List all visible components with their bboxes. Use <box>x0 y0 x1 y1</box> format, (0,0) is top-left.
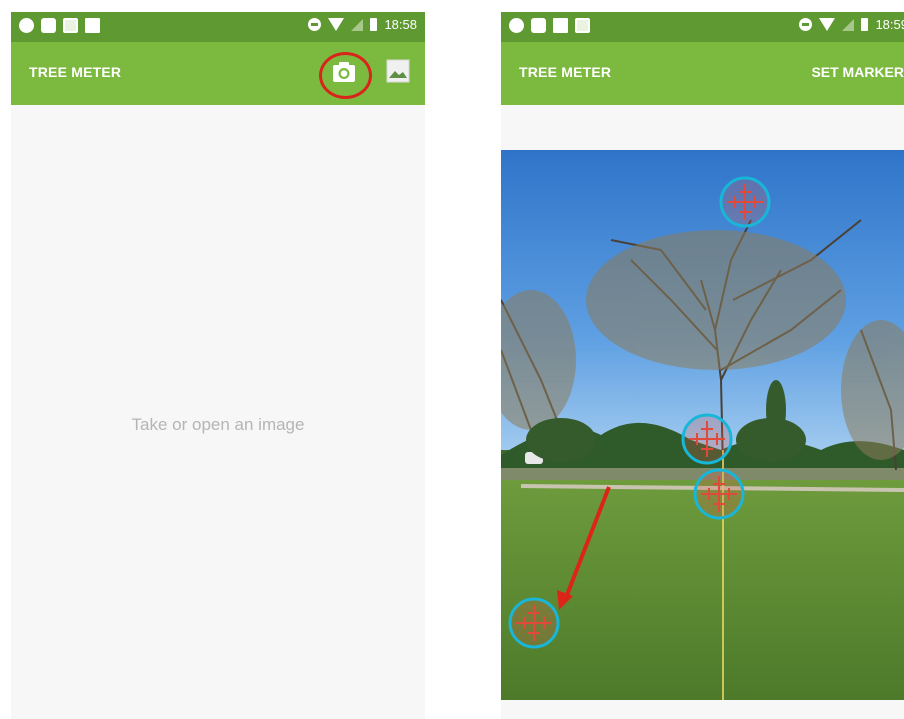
clock: 18:59 <box>875 17 904 32</box>
facebook-icon <box>509 18 524 33</box>
gallery-icon <box>85 18 100 33</box>
battery-icon <box>370 18 378 31</box>
notification-icons <box>19 18 100 33</box>
tree-top-marker[interactable] <box>719 176 771 228</box>
phone-screen-empty: 18:58 TREE METER Take or open an image <box>11 12 425 719</box>
status-indicators: 18:59 <box>799 17 904 32</box>
base-marker[interactable] <box>693 468 745 520</box>
reference-marker[interactable] <box>508 597 560 649</box>
tree-photo[interactable] <box>501 150 904 700</box>
signal-icon <box>351 18 364 31</box>
notification-icons <box>509 18 590 33</box>
do-not-disturb-icon <box>799 18 813 31</box>
set-marker-button[interactable]: SET MARKER <box>811 64 904 80</box>
battery-icon <box>861 18 869 31</box>
status-bar: 18:58 <box>11 12 425 42</box>
app-bar: TREE METER <box>11 42 425 105</box>
camera-icon[interactable] <box>332 61 356 83</box>
photo-icon <box>575 18 590 33</box>
wifi-icon <box>328 18 345 31</box>
app-bar: TREE METER SET MARKER <box>501 42 904 105</box>
gallery-icon <box>553 18 568 33</box>
bottom-strip <box>501 700 904 719</box>
clock: 18:58 <box>384 17 417 32</box>
status-bar: 18:59 <box>501 12 904 42</box>
youtube-icon <box>531 18 546 33</box>
empty-state-message: Take or open an image <box>131 415 305 434</box>
image-icon[interactable] <box>385 58 411 84</box>
wifi-icon <box>819 18 836 31</box>
trunk-marker[interactable] <box>681 413 733 465</box>
facebook-icon <box>19 18 34 33</box>
phone-screen-photo: 18:59 TREE METER SET MARKER <box>501 12 904 719</box>
photo-icon <box>63 18 78 33</box>
app-title: TREE METER <box>519 64 612 80</box>
youtube-icon <box>41 18 56 33</box>
status-indicators: 18:58 <box>308 17 417 32</box>
signal-icon <box>842 18 855 31</box>
do-not-disturb-icon <box>308 18 322 31</box>
app-title: TREE METER <box>29 64 122 80</box>
